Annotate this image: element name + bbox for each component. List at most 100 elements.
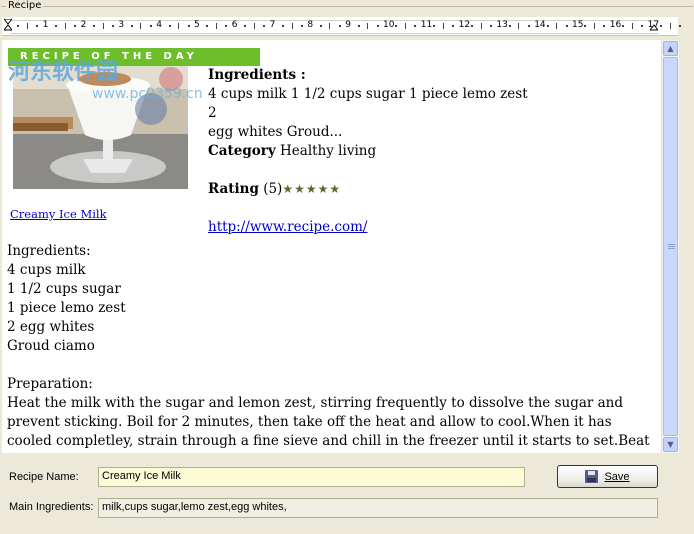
ruler-tick [253,23,255,29]
category-label: Category [208,143,276,159]
ruler-tick [527,25,530,27]
ruler-tick [206,25,209,27]
ruler-tick [244,25,247,27]
ruler-tick [660,25,663,27]
grip-line [668,248,675,249]
preparation-title: Preparation: [7,376,93,392]
ruler-tick [64,23,66,29]
ruler-number: 5 [194,20,200,30]
ruler-number: 9 [345,20,351,30]
ruler-tick [584,25,587,27]
ruler[interactable]: 1 2 3 4 5 6 7 8 9 10 11 12 13 14 15 16 17 [2,17,681,36]
ingredients-title: Ingredients: [7,243,91,259]
ruler-number: 1 [42,20,49,30]
ruler-number: 2 [80,20,87,30]
ruler-tick [471,25,474,27]
ruler-tick [395,25,398,27]
ruler-tick [329,23,331,29]
ruler-tick [414,25,417,27]
ruler-tick [55,25,58,27]
ruler-number: 3 [118,20,125,30]
save-button[interactable]: Save [557,465,658,488]
ruler-tick [622,25,625,27]
ruler-number: 14 [534,20,546,30]
ruler-tick [300,25,303,27]
left-indent-icon[interactable] [4,19,12,31]
ruler-tick [319,25,322,27]
ruler-tick [36,25,39,27]
ruler-tick [480,23,482,29]
image-caption-link[interactable]: Creamy Ice Milk [10,207,107,221]
ruler-tick [338,25,341,27]
rating-row: Rating (5)★★★★★ [208,180,538,199]
ruler-tick [178,23,180,29]
ruler-number: 11 [420,20,433,30]
ruler-tick [508,25,511,27]
ruler-number: 13 [496,20,508,30]
ruler-tick [130,25,133,27]
ruler-tick [140,23,142,29]
ingredient-line: 2 egg whites [7,319,95,335]
ingredient-line: 1 piece lemo zest [7,300,126,316]
ruler-tick [565,25,568,27]
preparation-text: Heat the milk with the sugar and lemon z… [7,395,650,453]
ruler-tick [631,23,633,29]
ruler-tick [556,23,558,29]
ruler-tick [367,23,369,29]
ruler-tick [404,23,406,29]
scroll-down-icon[interactable]: ▼ [663,437,678,452]
recipe-name-field[interactable]: Creamy Ice Milk [98,467,525,487]
ingredients-summary-line1: 4 cups milk 1 1/2 cups sugar 1 piece lem… [208,86,528,121]
ruler-tick [149,25,152,27]
grip-line [668,244,675,245]
ruler-number: 10 [383,20,395,30]
ruler-tick [678,25,681,27]
ruler-tick [546,25,549,27]
ruler-number: 8 [307,20,314,30]
ruler-number: 15 [572,20,584,30]
ruler-tick [452,25,455,27]
ingredients-summary-line2: egg whites Groud... [208,124,343,140]
recipe-url-link[interactable]: http://www.recipe.com/ [208,218,538,237]
grip-line [668,246,675,247]
recipe-editor[interactable]: RECIPE OF THE DAY Creamy Ice Milk Ingred… [2,40,661,453]
ruler-tick [17,25,20,27]
category-value: Healthy living [280,143,377,159]
watermark-logo: 河东软件园 [8,60,119,85]
ruler-number: 4 [156,20,162,30]
ruler-tick [641,25,644,27]
ruler-tick [433,25,436,27]
ingredients-heading: Ingredients : [208,67,306,83]
scroll-up-icon[interactable]: ▲ [663,41,678,56]
group-border [1,6,693,7]
rating-label: Rating [208,181,259,197]
ruler-tick [282,25,285,27]
ruler-tick [225,25,228,27]
ruler-tick [376,25,379,27]
ruler-tick [263,25,266,27]
save-button-label: Save [604,470,630,483]
group-title: Recipe [6,0,44,12]
recipe-window: Recipe 1 2 3 4 5 6 7 8 9 10 11 12 13 14 15 16 17 [0,0,694,534]
floppy-disk-icon [585,470,599,483]
main-ingredients-field[interactable]: milk,cups sugar,lemo zest,egg whites, [98,498,658,518]
ruler-tick [26,23,28,29]
ruler-tick [442,23,444,29]
ruler-tick [669,23,671,29]
rating-count: (5) [263,181,283,197]
ruler-tick [93,25,96,27]
ruler-number: 17 [647,20,660,30]
ruler-tick [291,23,293,29]
ruler-tick [187,25,190,27]
scrollbar-thumb[interactable] [663,57,678,436]
recipe-body: Ingredients: 4 cups milk 1 1/2 cups suga… [7,242,659,453]
category-row: Category Healthy living [208,142,538,161]
ruler-band [10,20,658,34]
summary-column: Ingredients : 4 cups milk 1 1/2 cups sug… [208,66,538,237]
ruler-tick [603,25,606,27]
ruler-tick [102,23,104,29]
ruler-tick [215,23,217,29]
main-ingredients-label: Main Ingredients: [9,501,94,513]
ruler-tick [111,25,114,27]
vertical-scrollbar[interactable]: ▲ ▼ [661,40,679,453]
